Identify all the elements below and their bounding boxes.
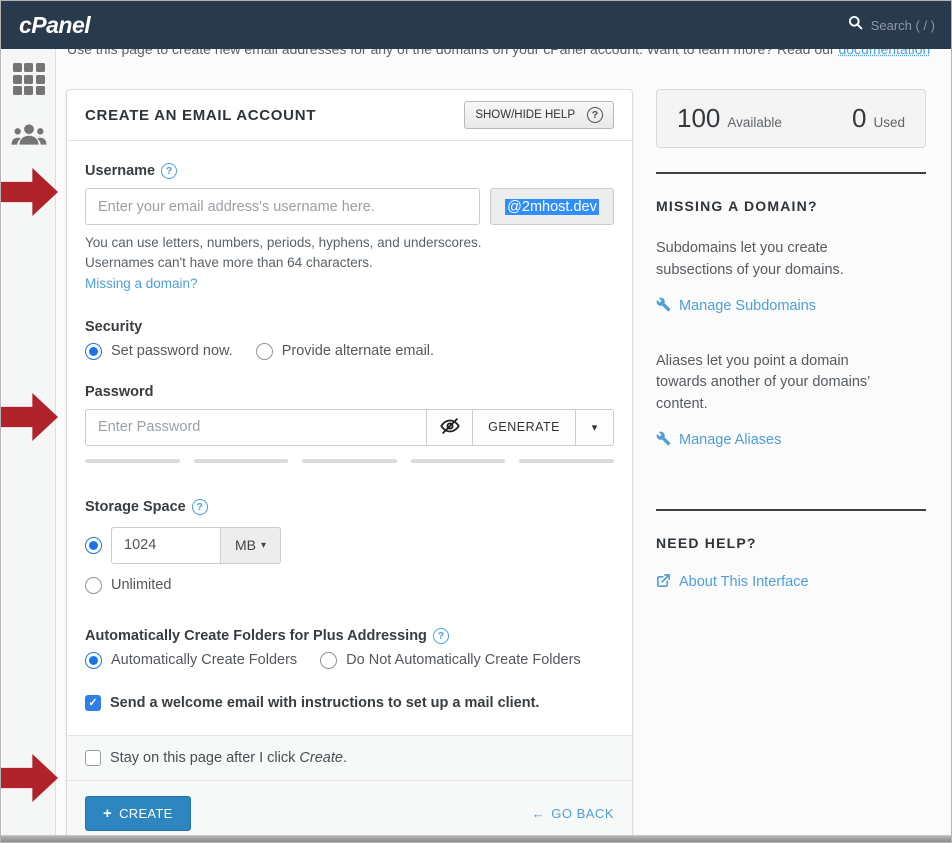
email-accounts-stats: 100 Available 0 Used: [656, 89, 926, 148]
show-hide-help-button[interactable]: SHOW/HIDE HELP ?: [464, 101, 614, 129]
unlimited-label: Unlimited: [111, 577, 171, 593]
go-back-link[interactable]: ← GO BACK: [532, 806, 614, 821]
bottom-window-edge: [1, 835, 951, 842]
no-auto-create-folders-label: Do Not Automatically Create Folders: [346, 652, 581, 668]
right-sidebar: 100 Available 0 Used MISSING A DOMAIN? S…: [656, 89, 926, 593]
used-value: 0: [852, 103, 866, 134]
available-label: Available: [727, 115, 782, 130]
missing-domain-link[interactable]: Missing a domain?: [85, 276, 198, 291]
radio-alternate-email[interactable]: [256, 343, 273, 360]
missing-domain-title: MISSING A DOMAIN?: [656, 198, 926, 214]
plus-addressing-label-row: Automatically Create Folders for Plus Ad…: [85, 628, 614, 644]
chevron-down-icon: ▾: [592, 421, 598, 434]
storage-label-row: Storage Space ?: [85, 499, 614, 515]
wrench-icon: [656, 431, 671, 450]
username-label-row: Username ?: [85, 163, 614, 179]
aliases-description: Aliases let you point a domain towards a…: [656, 351, 894, 416]
radio-no-auto-create-folders[interactable]: [320, 652, 337, 669]
subdomains-description: Subdomains let you create subsections of…: [656, 238, 894, 282]
left-icon-rail: [2, 49, 56, 835]
domain-addon[interactable]: @2mhost.dev: [490, 188, 614, 225]
generate-options-dropdown-button[interactable]: ▾: [576, 409, 614, 446]
sidebar-divider: [656, 509, 926, 511]
password-input[interactable]: [85, 409, 427, 446]
radio-storage-custom[interactable]: [85, 537, 102, 554]
password-strength-meter: [85, 459, 614, 463]
toggle-password-visibility-button[interactable]: [427, 409, 473, 446]
alternate-email-label: Provide alternate email.: [282, 343, 434, 359]
manage-aliases-link[interactable]: Manage Aliases: [656, 431, 781, 450]
auto-create-folders-label: Automatically Create Folders: [111, 652, 297, 668]
welcome-email-label: Send a welcome email with instructions t…: [110, 695, 539, 711]
top-header: cPanel Search ( / ): [1, 1, 951, 49]
manage-subdomains-link[interactable]: Manage Subdomains: [656, 297, 816, 316]
set-password-label: Set password now.: [111, 343, 233, 359]
welcome-email-checkbox[interactable]: ✓: [85, 695, 101, 711]
sidebar-divider: [656, 172, 926, 174]
go-back-label: GO BACK: [551, 806, 614, 821]
cpanel-screen: Use this page to create new email addres…: [0, 0, 952, 843]
chevron-down-icon: ▾: [261, 540, 266, 551]
card-footer: Stay on this page after I click Create. …: [67, 735, 632, 843]
radio-set-password[interactable]: [85, 343, 102, 360]
about-this-interface-link[interactable]: About This Interface: [656, 573, 809, 592]
plus-icon: +: [103, 806, 112, 821]
cpanel-logo: cPanel: [19, 12, 90, 39]
storage-size-input[interactable]: [111, 527, 221, 564]
available-value: 100: [677, 103, 720, 134]
radio-storage-unlimited[interactable]: [85, 577, 102, 594]
manage-aliases-label: Manage Aliases: [679, 432, 781, 448]
stay-on-page-checkbox[interactable]: [85, 750, 101, 766]
password-input-group: GENERATE ▾: [85, 409, 614, 446]
user-group-icon[interactable]: [11, 121, 47, 152]
plus-addressing-help-icon[interactable]: ?: [433, 628, 449, 644]
search-control[interactable]: Search ( / ): [848, 15, 935, 35]
show-hide-help-label: SHOW/HIDE HELP: [475, 109, 575, 121]
create-button-label: CREATE: [119, 806, 173, 821]
username-input[interactable]: [85, 188, 480, 225]
available-stat: 100 Available: [677, 103, 782, 134]
used-label: Used: [873, 115, 905, 130]
back-arrow-icon: ←: [532, 806, 546, 821]
help-circle-icon: ?: [587, 107, 603, 123]
footer-actions-row: + CREATE ← GO BACK: [67, 781, 632, 843]
storage-input-group: MB ▾: [111, 527, 281, 564]
username-label: Username: [85, 163, 155, 179]
username-input-row: @2mhost.dev: [85, 188, 614, 225]
external-link-icon: [656, 573, 671, 592]
storage-custom-row: MB ▾: [85, 527, 614, 564]
apps-grid-icon[interactable]: [13, 63, 45, 95]
domain-value: @2mhost.dev: [505, 199, 599, 215]
plus-addressing-options-row: Automatically Create Folders Do Not Auto…: [85, 652, 614, 669]
storage-label: Storage Space: [85, 499, 186, 515]
password-label: Password: [85, 384, 614, 400]
storage-help-icon[interactable]: ?: [192, 499, 208, 515]
create-button[interactable]: + CREATE: [85, 796, 191, 831]
radio-auto-create-folders[interactable]: [85, 652, 102, 669]
generate-password-button[interactable]: GENERATE: [472, 409, 576, 446]
manage-subdomains-label: Manage Subdomains: [679, 298, 816, 314]
storage-unlimited-row: Unlimited: [85, 577, 614, 594]
eye-slash-icon: [439, 415, 461, 440]
need-help-title: NEED HELP?: [656, 535, 926, 551]
stay-on-page-row: Stay on this page after I click Create.: [67, 736, 632, 780]
welcome-email-row: ✓ Send a welcome email with instructions…: [85, 695, 614, 711]
username-help-text: You can use letters, numbers, periods, h…: [85, 233, 497, 274]
wrench-icon: [656, 297, 671, 316]
search-icon: [848, 15, 863, 35]
create-email-card: CREATE AN EMAIL ACCOUNT SHOW/HIDE HELP ?…: [66, 89, 633, 843]
used-stat: 0 Used: [852, 103, 905, 134]
about-this-interface-label: About This Interface: [679, 574, 809, 590]
card-header: CREATE AN EMAIL ACCOUNT SHOW/HIDE HELP ?: [67, 90, 632, 141]
page-title: CREATE AN EMAIL ACCOUNT: [85, 107, 316, 124]
card-body: Username ? @2mhost.dev You can use lette…: [67, 163, 632, 843]
security-label: Security: [85, 319, 614, 335]
security-options-row: Set password now. Provide alternate emai…: [85, 343, 614, 360]
stay-on-page-label: Stay on this page after I click Create.: [110, 750, 347, 766]
storage-unit-dropdown[interactable]: MB ▾: [221, 527, 281, 564]
storage-unit-label: MB: [235, 537, 256, 553]
plus-addressing-label: Automatically Create Folders for Plus Ad…: [85, 628, 427, 644]
search-hint-label: Search ( / ): [871, 18, 935, 33]
username-help-icon[interactable]: ?: [161, 163, 177, 179]
